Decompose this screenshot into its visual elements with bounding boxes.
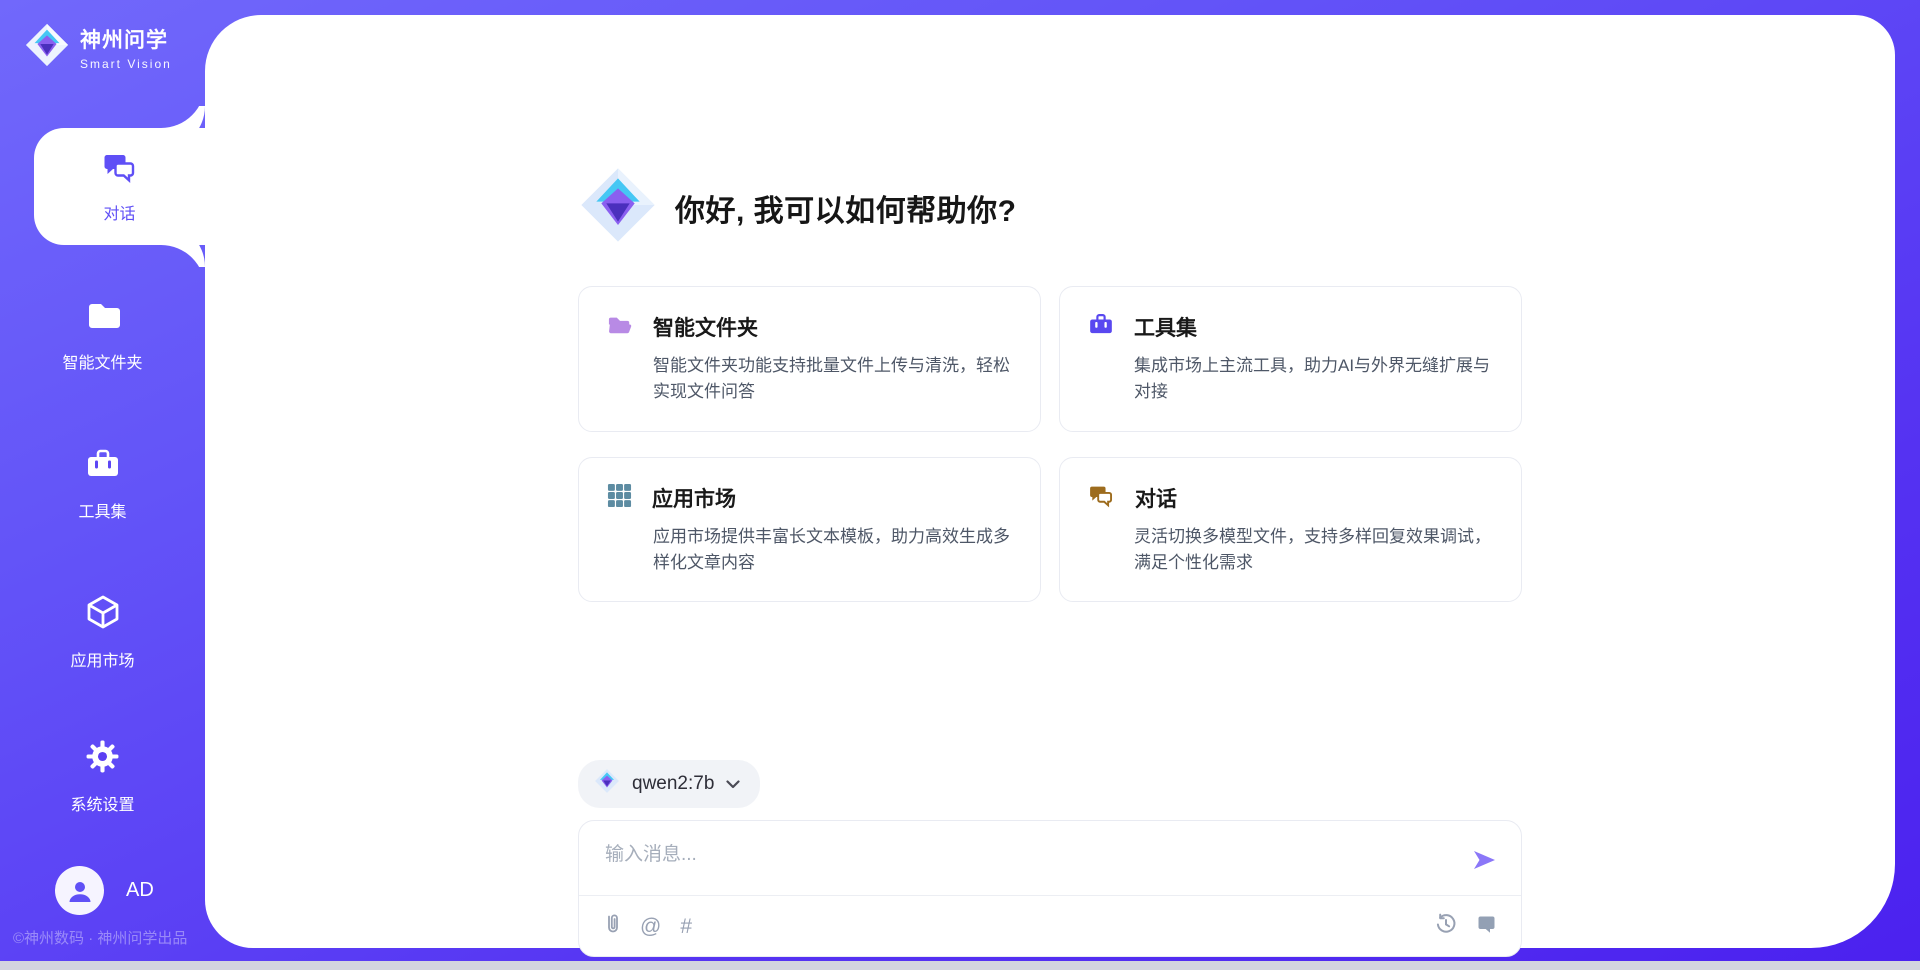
brand-name: 神州问学 — [80, 24, 172, 54]
attach-button[interactable] — [603, 913, 621, 939]
user-initials: AD — [126, 879, 154, 902]
sidebar-item-app-market[interactable]: 应用市场 — [0, 594, 205, 671]
history-button[interactable] — [1435, 913, 1457, 939]
card-title: 对话 — [1135, 483, 1177, 513]
welcome-row: 你好, 我可以如何帮助你? — [578, 165, 1522, 250]
card-title: 智能文件夹 — [653, 312, 758, 342]
folder-open-icon — [607, 313, 633, 342]
card-head: 对话 — [1088, 483, 1493, 513]
model-selector-row: qwen2:7b — [578, 760, 1522, 808]
card-description: 集成市场上主流工具，助力AI与外界无缝扩展与对接 — [1088, 353, 1493, 406]
sidebar-item-label: 系统设置 — [70, 791, 134, 815]
card-description: 应用市场提供丰富长文本模板，助力高效生成多样化文章内容 — [607, 524, 1012, 577]
send-button[interactable] — [1471, 847, 1497, 876]
sidebar-item-smart-folder[interactable]: 智能文件夹 — [0, 300, 205, 373]
model-selector[interactable]: qwen2:7b — [578, 760, 760, 808]
message-input[interactable] — [605, 839, 1441, 889]
toolbox-icon — [1088, 312, 1114, 342]
sidebar-item-label: 工具集 — [78, 498, 126, 522]
brand-text: 神州问学 Smart Vision — [80, 24, 172, 71]
brand-subtitle: Smart Vision — [80, 57, 172, 71]
card-head: 应用市场 — [607, 483, 1012, 513]
hash-icon: # — [680, 916, 692, 937]
toolbox-icon — [85, 447, 121, 486]
grid-icon — [607, 483, 632, 513]
sidebar-item-label: 智能文件夹 — [62, 349, 142, 373]
sidebar-item-settings[interactable]: 系统设置 — [0, 739, 205, 815]
window-bottom-edge — [0, 961, 1920, 970]
model-logo-icon — [594, 768, 620, 800]
card-toolset[interactable]: 工具集 集成市场上主流工具，助力AI与外界无缝扩展与对接 — [1059, 286, 1522, 432]
composer-right-tools — [1435, 913, 1497, 939]
gear-icon — [85, 739, 120, 779]
chat-icon — [102, 150, 138, 189]
send-icon — [1471, 861, 1497, 876]
folder-icon — [85, 300, 121, 337]
sidebar-item-toolset[interactable]: 工具集 — [0, 447, 205, 522]
card-head: 智能文件夹 — [607, 312, 1012, 342]
at-icon: @ — [640, 916, 661, 937]
model-name: qwen2:7b — [632, 773, 714, 795]
composer-toolbar: @ # — [579, 896, 1521, 956]
topic-button[interactable]: # — [680, 916, 692, 937]
message-composer: @ # — [578, 820, 1522, 957]
cube-icon — [85, 594, 121, 635]
card-description: 智能文件夹功能支持批量文件上传与清洗，轻松实现文件问答 — [607, 353, 1012, 406]
main-content: 你好, 我可以如何帮助你? 智能文件夹 智能文件夹功能支持批量文件上传与清洗，轻… — [578, 15, 1522, 957]
card-smart-folder[interactable]: 智能文件夹 智能文件夹功能支持批量文件上传与清洗，轻松实现文件问答 — [578, 286, 1041, 432]
main-panel: 你好, 我可以如何帮助你? 智能文件夹 智能文件夹功能支持批量文件上传与清洗，轻… — [205, 15, 1895, 948]
avatar — [55, 866, 104, 915]
sidebar-item-label: 对话 — [103, 200, 135, 224]
card-description: 灵活切换多模型文件，支持多样回复效果调试，满足个性化需求 — [1088, 524, 1493, 577]
card-title: 工具集 — [1134, 312, 1197, 342]
app-root: 神州问学 Smart Vision 对话 智能文件夹 — [0, 0, 1920, 970]
card-chat[interactable]: 对话 灵活切换多模型文件，支持多样回复效果调试，满足个性化需求 — [1059, 457, 1522, 603]
paperclip-icon — [603, 913, 621, 939]
chat-icon — [1088, 483, 1115, 513]
card-title: 应用市场 — [652, 483, 736, 513]
copyright-text: ©神州数码 · 神州问学出品 — [13, 927, 187, 948]
brand-logo-icon — [24, 22, 70, 73]
sidebar-item-label: 应用市场 — [70, 647, 134, 671]
brand: 神州问学 Smart Vision — [24, 22, 172, 73]
user-profile[interactable]: AD — [55, 866, 154, 915]
card-head: 工具集 — [1088, 312, 1493, 342]
assistant-logo-icon — [578, 165, 658, 250]
sidebar: 神州问学 Smart Vision 对话 智能文件夹 — [0, 0, 205, 970]
quick-phrase-button[interactable] — [1476, 914, 1497, 939]
history-icon — [1435, 913, 1457, 939]
card-app-market[interactable]: 应用市场 应用市场提供丰富长文本模板，助力高效生成多样化文章内容 — [578, 457, 1041, 603]
chevron-down-icon — [726, 773, 740, 795]
mention-button[interactable]: @ — [640, 916, 661, 937]
sidebar-item-chat[interactable]: 对话 — [34, 128, 205, 245]
greeting-title: 你好, 我可以如何帮助你? — [675, 186, 1017, 230]
feature-cards: 智能文件夹 智能文件夹功能支持批量文件上传与清洗，轻松实现文件问答 — [578, 286, 1522, 602]
message-icon — [1476, 914, 1497, 939]
composer-left-tools: @ # — [603, 913, 692, 939]
